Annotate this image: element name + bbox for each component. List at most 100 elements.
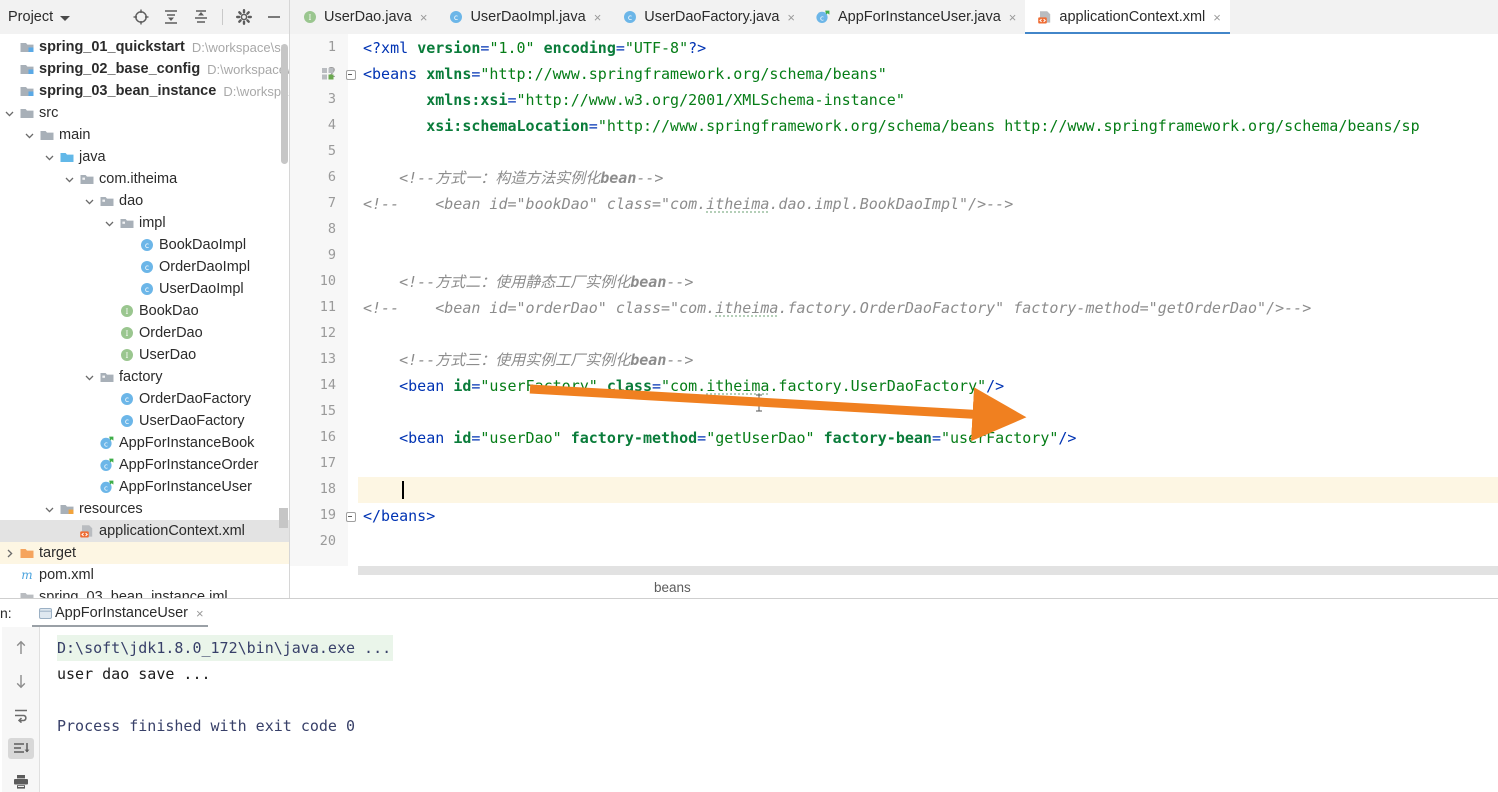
close-icon[interactable]: × bbox=[594, 10, 602, 25]
tree-item-dao[interactable]: dao bbox=[0, 190, 289, 212]
fold-marker-line-19[interactable] bbox=[345, 511, 356, 522]
project-tree[interactable]: spring_01_quickstart D:\workspace\sp sprin… bbox=[0, 34, 289, 598]
editor-tab-label: AppForInstanceUser.java bbox=[837, 9, 1001, 25]
chevron-right-icon[interactable] bbox=[2, 548, 17, 559]
tree-item-label: impl bbox=[139, 215, 166, 231]
tree-item-appforinstanceuser[interactable]: c AppForInstanceUser bbox=[0, 476, 289, 498]
project-scrollbar[interactable] bbox=[281, 44, 288, 164]
soft-wrap-icon[interactable] bbox=[8, 704, 34, 726]
tree-item-appforinstancebook[interactable]: c AppForInstanceBook bbox=[0, 432, 289, 454]
close-icon[interactable]: × bbox=[196, 606, 204, 621]
run-tab-appforinstanceuser[interactable]: AppForInstanceUser × bbox=[28, 599, 212, 627]
tree-item-applicationcontext-xml[interactable]: applicationContext.xml bbox=[0, 520, 289, 542]
code-line-19[interactable]: </beans> bbox=[363, 503, 435, 529]
tree-item-spring-02-base-config[interactable]: spring_02_base_config D:\workspace\s bbox=[0, 58, 289, 80]
code-line-4[interactable]: xsi:schemaLocation="http://www.springfra… bbox=[363, 113, 1419, 139]
code-line-3[interactable]: xmlns:xsi="http://www.w3.org/2001/XMLSch… bbox=[363, 87, 905, 113]
tree-item-userdao[interactable]: I UserDao bbox=[0, 344, 289, 366]
code-line-6[interactable]: <!--方式一：构造方法实例化bean--> bbox=[363, 165, 663, 191]
fold-marker-line-2[interactable] bbox=[345, 69, 356, 80]
code-line-13[interactable]: <!--方式三：使用实例工厂实例化bean--> bbox=[363, 347, 693, 373]
editor-tab-applicationcontext-xml[interactable]: applicationContext.xml × bbox=[1025, 0, 1231, 34]
console-line: user dao save ... bbox=[57, 661, 1498, 687]
editor-tab-appforinstanceuser-java[interactable]: c AppForInstanceUser.java × bbox=[803, 0, 1026, 34]
editor-body[interactable]: 1234567891011121314151617181920 <?xml ve… bbox=[290, 34, 1498, 600]
print-icon[interactable] bbox=[8, 771, 34, 792]
editor-tab-userdaofactory-java[interactable]: c UserDaoFactory.java × bbox=[610, 0, 804, 34]
tree-item-resources[interactable]: resources bbox=[0, 498, 289, 520]
tree-item-impl[interactable]: impl bbox=[0, 212, 289, 234]
line-number: 3 bbox=[327, 91, 336, 107]
chevron-down-icon[interactable] bbox=[22, 130, 37, 141]
locate-icon[interactable] bbox=[132, 8, 150, 26]
tree-item-orderdaoimpl[interactable]: c OrderDaoImpl bbox=[0, 256, 289, 278]
tree-item-spring-03-bean-instance-iml[interactable]: spring_03_bean_instance.iml bbox=[0, 586, 289, 598]
line-number: 8 bbox=[327, 221, 336, 237]
tree-item-java[interactable]: java bbox=[0, 146, 289, 168]
svg-text:c: c bbox=[454, 13, 458, 22]
hide-panel-icon[interactable] bbox=[265, 8, 283, 26]
editor-gutter[interactable]: 1234567891011121314151617181920 bbox=[290, 34, 358, 566]
breadcrumb-item-beans[interactable]: beans bbox=[654, 580, 691, 595]
tree-item-label: spring_03_bean_instance.iml bbox=[39, 589, 228, 598]
mouse-cursor-ibeam bbox=[755, 394, 763, 416]
spring-bean-gutter-icon[interactable] bbox=[321, 67, 335, 81]
chevron-down-icon[interactable] bbox=[60, 15, 71, 21]
editor-tab-userdao-java[interactable]: I UserDao.java × bbox=[290, 0, 437, 34]
package-icon bbox=[97, 369, 116, 385]
settings-gear-icon[interactable] bbox=[235, 8, 253, 26]
console-line: D:\soft\jdk1.8.0_172\bin\java.exe ... bbox=[57, 635, 1498, 661]
tree-item-factory[interactable]: factory bbox=[0, 366, 289, 388]
tree-item-main[interactable]: main bbox=[0, 124, 289, 146]
chevron-down-icon[interactable] bbox=[102, 218, 117, 229]
line-number: 13 bbox=[319, 351, 336, 367]
code-line-10[interactable]: <!--方式二：使用静态工厂实例化bean--> bbox=[363, 269, 693, 295]
code-line-7[interactable]: <!-- <bean id="bookDao" class="com.ithei… bbox=[363, 191, 1013, 217]
editor-code[interactable]: <?xml version="1.0" encoding="UTF-8"?> <b… bbox=[358, 34, 1498, 566]
editor-horizontal-scrollbar[interactable] bbox=[358, 566, 1498, 575]
code-line-11[interactable]: <!-- <bean id="orderDao" class="com.ithe… bbox=[363, 295, 1311, 321]
line-number: 10 bbox=[319, 273, 336, 289]
tree-item-orderdaofactory[interactable]: c OrderDaoFactory bbox=[0, 388, 289, 410]
code-line-16[interactable]: <bean id="userDao" factory-method="getUs… bbox=[363, 425, 1076, 451]
close-icon[interactable]: × bbox=[787, 10, 795, 25]
tree-item-label: com.itheima bbox=[99, 171, 178, 187]
project-scrollbar-thumb-lower[interactable] bbox=[279, 508, 288, 528]
chevron-down-icon[interactable] bbox=[82, 372, 97, 383]
expand-all-icon[interactable] bbox=[162, 8, 180, 26]
tree-item-spring-03-bean-instance[interactable]: spring_03_bean_instance D:\workspace bbox=[0, 80, 289, 102]
down-arrow-icon[interactable] bbox=[8, 671, 34, 693]
collapse-all-icon[interactable] bbox=[192, 8, 210, 26]
chevron-down-icon[interactable] bbox=[42, 152, 57, 163]
code-line-14[interactable]: <bean id="userFactory" class="com.itheim… bbox=[363, 373, 1004, 399]
tree-item-spring-01-quickstart[interactable]: spring_01_quickstart D:\workspace\sp bbox=[0, 36, 289, 58]
up-arrow-icon[interactable] bbox=[8, 637, 34, 659]
tree-item-userdaoimpl[interactable]: c UserDaoImpl bbox=[0, 278, 289, 300]
run-config-icon bbox=[36, 606, 55, 621]
chevron-down-icon[interactable] bbox=[2, 108, 17, 119]
tree-item-appforinstanceorder[interactable]: c AppForInstanceOrder bbox=[0, 454, 289, 476]
close-icon[interactable]: × bbox=[1213, 10, 1221, 25]
chevron-down-icon[interactable] bbox=[62, 174, 77, 185]
tree-item-com-itheima[interactable]: com.itheima bbox=[0, 168, 289, 190]
tree-item-userdaofactory[interactable]: c UserDaoFactory bbox=[0, 410, 289, 432]
tree-item-pom-xml[interactable]: m pom.xml bbox=[0, 564, 289, 586]
scroll-to-end-icon[interactable] bbox=[7, 737, 34, 760]
chevron-down-icon[interactable] bbox=[42, 504, 57, 515]
tree-item-bookdao[interactable]: I BookDao bbox=[0, 300, 289, 322]
tree-item-path: D:\workspace\s bbox=[207, 61, 289, 77]
tree-item-src[interactable]: src bbox=[0, 102, 289, 124]
tree-item-orderdao[interactable]: I OrderDao bbox=[0, 322, 289, 344]
chevron-down-icon[interactable] bbox=[82, 196, 97, 207]
editor-tab-userdaoimpl-java[interactable]: c UserDaoImpl.java × bbox=[436, 0, 611, 34]
code-line-2[interactable]: <beans xmlns="http://www.springframework… bbox=[363, 61, 887, 87]
tree-item-label: BookDaoImpl bbox=[159, 237, 247, 253]
console-output[interactable]: D:\soft\jdk1.8.0_172\bin\java.exe ... use… bbox=[41, 627, 1498, 792]
close-icon[interactable]: × bbox=[420, 10, 428, 25]
project-panel-title[interactable]: Project bbox=[8, 9, 53, 25]
close-icon[interactable]: × bbox=[1009, 10, 1017, 25]
tree-item-target[interactable]: target bbox=[0, 542, 289, 564]
code-line-1[interactable]: <?xml version="1.0" encoding="UTF-8"?> bbox=[363, 35, 706, 61]
svg-text:c: c bbox=[628, 13, 632, 22]
tree-item-bookdaoimpl[interactable]: c BookDaoImpl bbox=[0, 234, 289, 256]
